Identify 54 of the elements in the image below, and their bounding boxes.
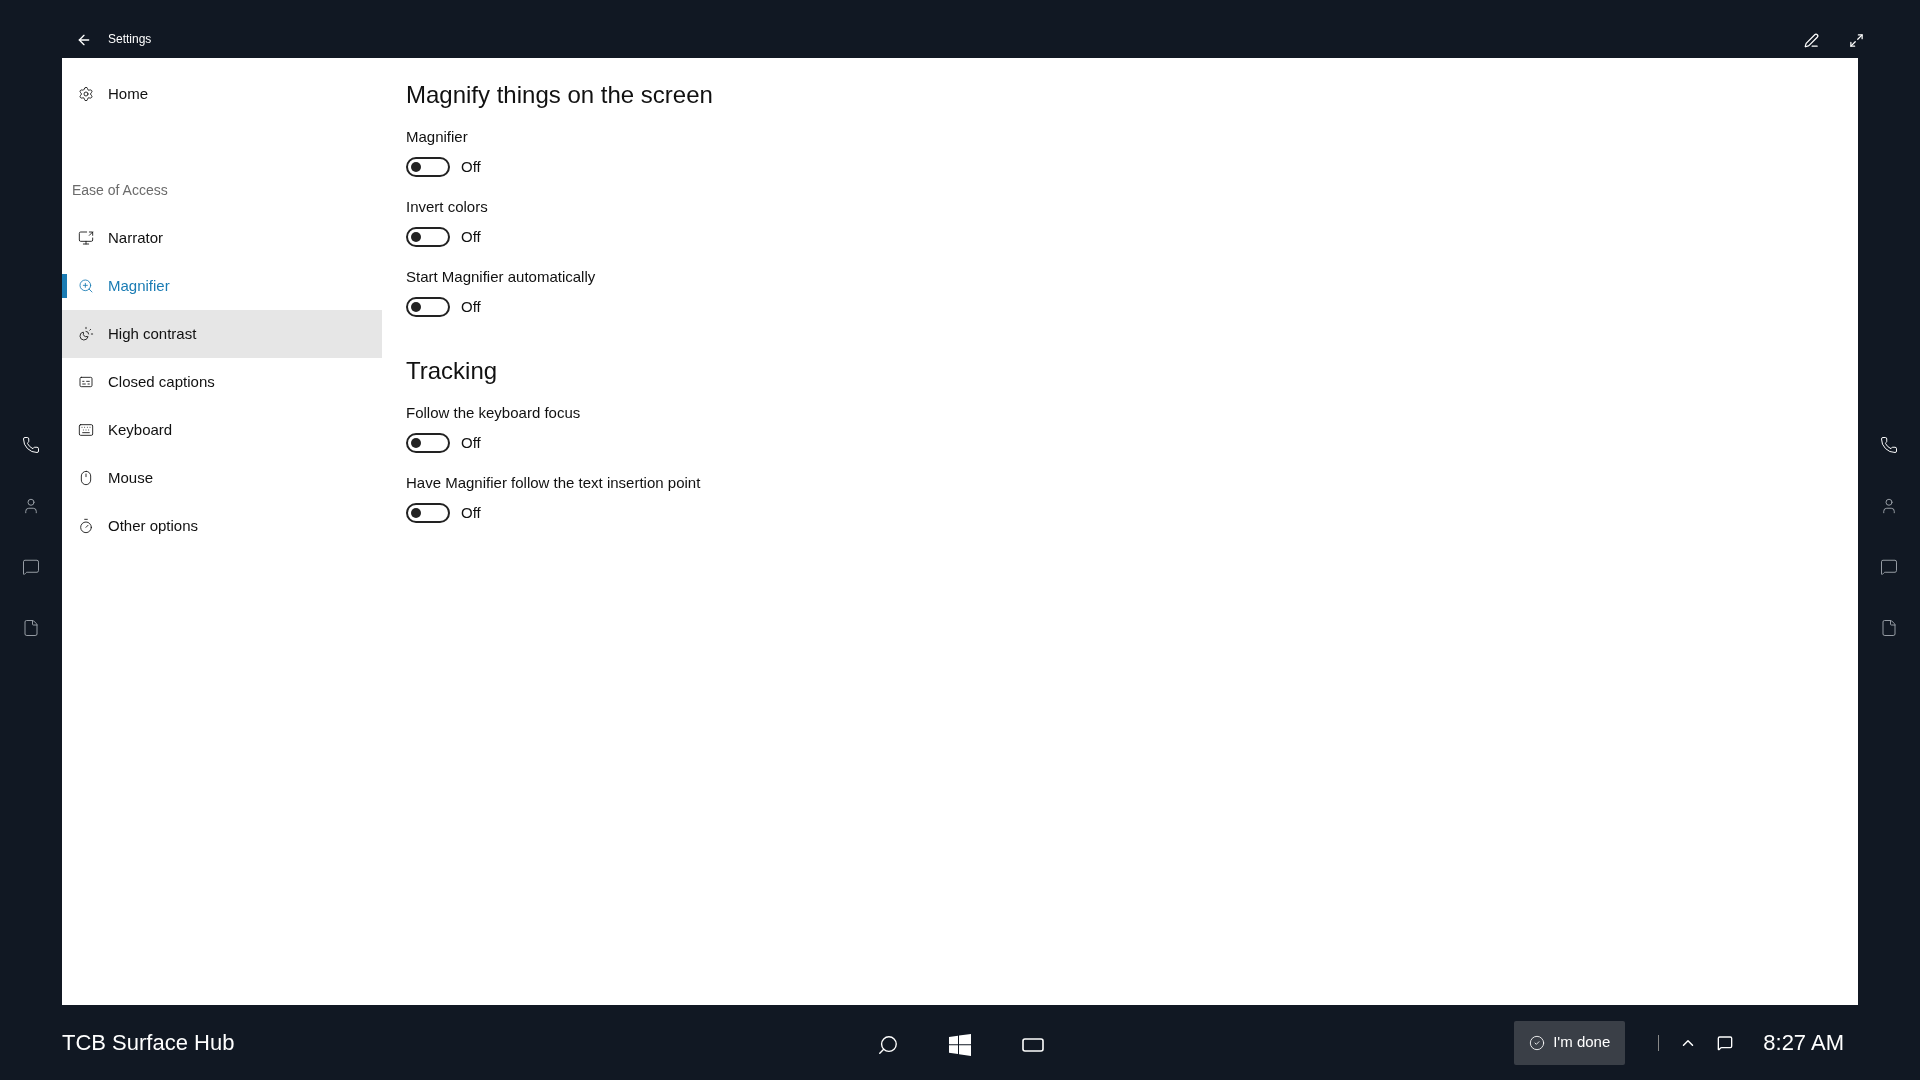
toggle-state-text: Off (461, 432, 481, 453)
search-icon[interactable] (877, 1034, 899, 1056)
clock-time: 8:27 AM (1763, 1029, 1844, 1057)
chat-icon[interactable] (1880, 558, 1898, 576)
timer-icon (78, 518, 94, 534)
gear-icon (78, 86, 94, 102)
toggle-state-text: Off (461, 156, 481, 177)
mouse-icon (78, 470, 94, 486)
person-icon[interactable] (1880, 497, 1898, 515)
device-name: TCB Surface Hub (62, 1029, 235, 1057)
notification-icon[interactable] (1717, 1034, 1734, 1051)
back-icon[interactable] (76, 32, 92, 48)
windows-logo-icon[interactable] (949, 1034, 971, 1056)
setting-label: Follow the keyboard focus (406, 403, 582, 423)
keyboard-icon (78, 422, 94, 438)
expand-icon[interactable] (1849, 33, 1864, 48)
section-label: Ease of Access (71, 180, 169, 200)
setting-label: Invert colors (406, 197, 489, 217)
nav-item[interactable]: Magnifier (62, 262, 382, 310)
toggle-switch[interactable] (406, 157, 450, 177)
done-button[interactable]: I'm done (1514, 1020, 1626, 1065)
setting-label: Have Magnifier follow the text insertion point (406, 473, 702, 493)
section-heading: Tracking (406, 356, 499, 386)
nav-item[interactable]: Mouse (62, 454, 382, 502)
person-icon[interactable] (22, 497, 40, 515)
toggle-switch[interactable] (406, 227, 450, 247)
home-nav-item[interactable]: Home (62, 70, 382, 118)
document-icon[interactable] (22, 619, 40, 637)
phone-icon[interactable] (1880, 436, 1898, 454)
nav-item[interactable]: Narrator (62, 214, 382, 262)
toggle-state-text: Off (461, 502, 481, 523)
nav-item[interactable]: Closed captions (62, 358, 382, 406)
nav-item[interactable]: Keyboard (62, 406, 382, 454)
toggle-state-text: Off (461, 296, 481, 317)
magnifier-icon (78, 278, 94, 294)
setting-label: Magnifier (406, 127, 469, 147)
section-heading: Magnify things on the screen (406, 80, 714, 110)
toggle-switch[interactable] (406, 297, 450, 317)
toggle-switch[interactable] (406, 503, 450, 523)
nav-item[interactable]: High contrast (62, 310, 382, 358)
document-icon[interactable] (1880, 619, 1898, 637)
check-circle-icon (1529, 1034, 1546, 1051)
window-title: Settings (108, 31, 152, 48)
setting-label: Start Magnifier automatically (406, 267, 597, 287)
toggle-state-text: Off (461, 226, 481, 247)
toggle-switch[interactable] (406, 433, 450, 453)
pen-icon[interactable] (1804, 33, 1819, 48)
contrast-icon (78, 326, 94, 342)
chat-icon[interactable] (22, 558, 40, 576)
selection-indicator (62, 274, 67, 298)
narrator-icon (78, 230, 94, 246)
phone-icon[interactable] (22, 436, 40, 454)
nav-item[interactable]: Other options (62, 502, 382, 550)
captions-icon (78, 374, 94, 390)
